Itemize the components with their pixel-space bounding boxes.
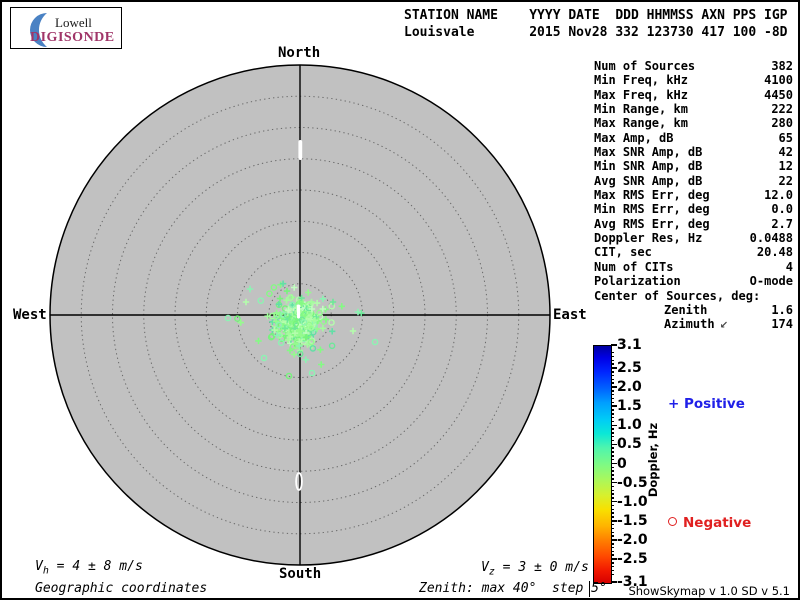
- legend-negative: Negative: [668, 515, 751, 531]
- colorbar-tick-label: 0: [617, 455, 627, 472]
- stat-row: Min SNR Amp, dB 12: [594, 159, 793, 174]
- colorbar-tick-label: 3.1: [617, 337, 642, 353]
- colorbar-tick-label: 0.5: [617, 436, 642, 453]
- colorbar-tick-label: 2.5: [617, 359, 642, 376]
- circle-marker-icon: [668, 517, 677, 526]
- zenith-range-note: Zenith: max 40° step 5°: [419, 581, 607, 596]
- colorbar-tick-label: 1.5: [617, 398, 642, 415]
- station-header: STATION NAME YYYY DATE DDD HHMMSS AXN PP…: [404, 7, 788, 41]
- stat-row: Max RMS Err, deg 12.0: [594, 188, 793, 203]
- colorbar-axis-title: Doppler, Hz: [646, 422, 660, 498]
- header-columns-line: STATION NAME YYYY DATE DDD HHMMSS AXN PP…: [404, 8, 788, 23]
- compass-label-west: West: [13, 307, 47, 323]
- compass-label-north: North: [278, 45, 321, 61]
- colorbar-tick-label: -1.5: [617, 512, 648, 529]
- stat-row: Center of Sources, deg:: [594, 288, 761, 303]
- coordinate-system-label: Geographic coordinates: [35, 581, 208, 596]
- colorbar-tick-label: 1.0: [617, 417, 642, 434]
- footer-divider: [589, 581, 590, 597]
- stat-row: Zenith 1.6: [664, 302, 793, 317]
- colorbar-tick-label: -2.5: [617, 551, 648, 568]
- legend-positive: + Positive: [668, 396, 745, 412]
- compass-label-east: East: [553, 307, 587, 323]
- plus-marker-icon: +: [668, 396, 685, 412]
- mouse-cursor-icon: ↙: [719, 320, 728, 332]
- stat-row: Max Freq, kHz 4450: [594, 87, 793, 102]
- axis-white-mark-top: [298, 140, 303, 160]
- axis-white-mark-center: [296, 304, 301, 319]
- legend-positive-label: Positive: [684, 396, 745, 412]
- stat-row: Azimuth ↙ 174: [664, 317, 793, 332]
- stat-row: Max SNR Amp, dB 42: [594, 145, 793, 160]
- doppler-colorbar: [593, 345, 612, 584]
- stat-row: Avg RMS Err, deg 2.7: [594, 216, 793, 231]
- stat-row: CIT, sec 20.48: [594, 245, 793, 260]
- stat-row: Doppler Res, Hz 0.0488: [594, 231, 793, 246]
- colorbar-tick-label: 2.0: [617, 379, 642, 396]
- vertical-velocity-readout: Vz = 3 ± 0 m/s: [481, 560, 589, 578]
- stat-row: Min Freq, kHz 4100: [594, 73, 793, 88]
- legend-negative-label: Negative: [683, 515, 752, 531]
- stat-row: Max Range, km 280: [594, 116, 793, 131]
- stat-row: Min RMS Err, deg 0.0: [594, 202, 793, 217]
- stat-row: Polarization O-mode: [594, 274, 793, 289]
- measurement-stats-panel: Num of Sources 382 Min Freq, kHz 4100 Max Fr…: [594, 59, 793, 332]
- lowell-digisonde-logo: Lowell DIGISONDE: [10, 7, 122, 49]
- compass-label-south: South: [279, 566, 322, 582]
- stat-row: Min Range, km 222: [594, 102, 793, 117]
- stat-row: Max Amp, dB 65: [594, 130, 793, 145]
- app-version-label: ShowSkymap v 1.0 SD v 5.1: [628, 584, 790, 598]
- horizontal-velocity-readout: Vh = 4 ± 8 m/s: [35, 559, 143, 577]
- logo-text-digisonde: DIGISONDE: [30, 30, 115, 45]
- colorbar-tick-label: -0.5: [617, 474, 648, 491]
- logo-text-lowell: Lowell: [55, 15, 92, 30]
- stat-row: Avg SNR Amp, dB 22: [594, 173, 793, 188]
- showskymap-window: Lowell DIGISONDE STATION NAME YYYY DATE …: [0, 0, 800, 600]
- stat-row: Num of Sources 382: [594, 59, 793, 73]
- header-values-line: Louisvale 2015 Nov28 332 123730 417 100 …: [404, 25, 788, 40]
- colorbar-tick-label: -2.0: [617, 531, 648, 548]
- colorbar-tick-label: -1.0: [617, 493, 648, 510]
- stat-row: Num of CITs 4: [594, 259, 793, 274]
